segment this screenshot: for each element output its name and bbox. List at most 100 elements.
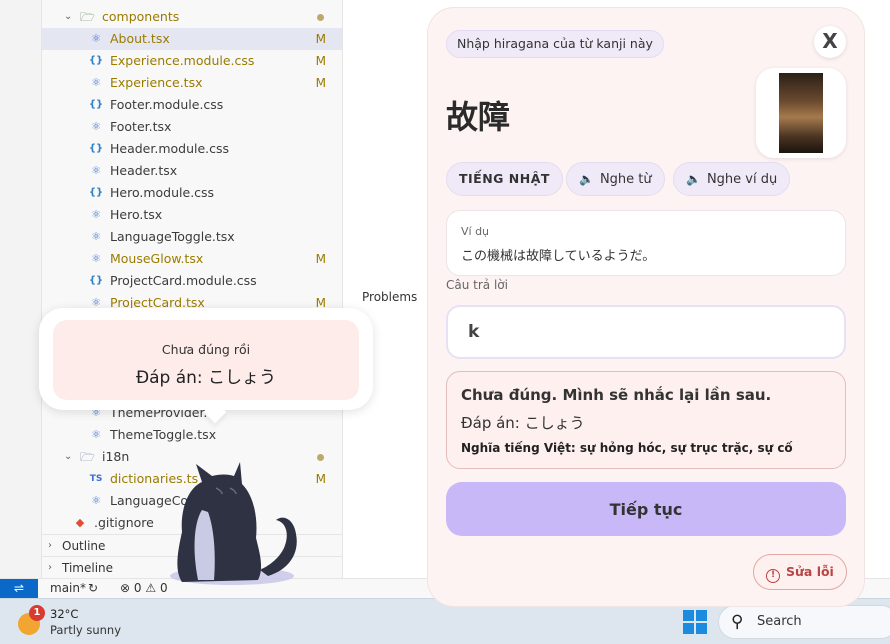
folder-icon: 🗁 (80, 450, 95, 464)
chevron-right-icon: › (48, 562, 52, 573)
language-badge: TIẾNG NHẬT (446, 162, 563, 196)
chevron-down-icon: ⌄ (64, 11, 73, 22)
tree-file-experience[interactable]: ⚛ Experience.tsx M (42, 72, 342, 94)
remote-icon[interactable]: ⇌ (0, 579, 38, 599)
weather-temperature: 32°C (50, 607, 79, 621)
tree-item-label: ProjectCard.module.css (110, 273, 257, 288)
modified-badge: M (315, 76, 326, 90)
tree-item-label: LanguageToggle.tsx (110, 229, 235, 244)
tree-file-hero[interactable]: ⚛ Hero.tsx (42, 204, 342, 226)
continue-button[interactable]: Tiếp tục (446, 482, 846, 536)
tree-item-label: MouseGlow.tsx (110, 251, 204, 266)
example-sentence: この機械は故障しているようだ。 (461, 249, 656, 264)
illustration-thumbnail[interactable] (756, 68, 846, 158)
toast-answer: Đáp án: こしょう (135, 368, 277, 388)
tree-file-header-css[interactable]: {} Header.module.css (42, 138, 342, 160)
tree-item-label: Hero.tsx (110, 207, 163, 222)
tree-file-experience-css[interactable]: {} Experience.module.css M (42, 50, 342, 72)
tree-file-languagetoggle[interactable]: ⚛ LanguageToggle.tsx (42, 226, 342, 248)
report-label: Sửa lỗi (786, 564, 834, 579)
weather-widget[interactable]: 1 32°C Partly sunny (16, 605, 126, 641)
toast-inner: Chưa đúng rồi Đáp án: こしょう (53, 320, 359, 400)
quiz-panel: Nhập hiragana của từ kanji này X 故障 TIẾN… (428, 8, 864, 606)
search-label: Search (757, 614, 802, 629)
feedback-meaning: Nghĩa tiếng Việt: sự hỏng hóc, sự trục t… (461, 441, 793, 455)
modified-badge: M (315, 54, 326, 68)
tree-file-projectcard-css[interactable]: {} ProjectCard.module.css (42, 270, 342, 292)
kanji-word: 故障 (446, 98, 511, 136)
answer-input[interactable] (446, 305, 846, 359)
css-icon: {} (88, 187, 104, 198)
modified-dot (317, 14, 324, 21)
tree-item-label: i18n (102, 449, 130, 464)
tree-file-themetoggle[interactable]: ⚛ ThemeToggle.tsx (42, 424, 342, 446)
react-icon: ⚛ (91, 428, 101, 441)
tree-folder-components[interactable]: ⌄ 🗁 components (42, 6, 342, 28)
illustration-image (779, 73, 823, 153)
react-icon: ⚛ (91, 494, 101, 507)
typescript-icon: TS (89, 474, 103, 484)
react-icon: ⚛ (91, 76, 101, 89)
css-icon: {} (88, 99, 104, 110)
section-label: Outline (62, 539, 106, 553)
tree-item-label: About.tsx (110, 31, 170, 46)
tree-item-label: .gitignore (94, 515, 154, 530)
css-icon: {} (88, 275, 104, 286)
git-icon: ◆ (75, 516, 85, 529)
weather-condition: Partly sunny (50, 623, 122, 637)
sync-icon[interactable]: ↻ (88, 579, 98, 598)
answer-label: Câu trả lời (446, 278, 508, 292)
tree-item-label: Header.module.css (110, 141, 230, 156)
chevron-down-icon: ⌄ (64, 451, 73, 462)
tree-item-label: ThemeToggle.tsx (110, 427, 217, 442)
tree-item-label: components (102, 9, 180, 24)
tree-item-label: Experience.module.css (110, 53, 255, 68)
modified-badge: M (315, 252, 326, 266)
prompt-label: Nhập hiragana của từ kanji này (446, 30, 664, 58)
react-icon: ⚛ (91, 230, 101, 243)
feedback-toast: Chưa đúng rồi Đáp án: こしょう (39, 308, 373, 424)
warning-icon: ⚠ (145, 581, 157, 595)
tree-file-mouseglow[interactable]: ⚛ MouseGlow.tsx M (42, 248, 342, 270)
tree-item-label: Header.tsx (110, 163, 178, 178)
react-icon: ⚛ (91, 32, 101, 45)
tree-item-label: Footer.module.css (110, 97, 224, 112)
windows-start-icon[interactable] (683, 610, 707, 634)
listen-example-button[interactable]: 🔈 Nghe ví dụ (673, 162, 791, 196)
tree-file-hero-css[interactable]: {} Hero.module.css (42, 182, 342, 204)
css-icon: {} (88, 55, 104, 66)
notification-badge: 1 (29, 605, 45, 621)
react-icon: ⚛ (91, 164, 101, 177)
listen-word-button[interactable]: 🔈 Nghe từ (566, 162, 665, 196)
listen-example-label: Nghe ví dụ (706, 172, 778, 187)
toast-title: Chưa đúng rồi (161, 342, 251, 357)
taskbar-search[interactable]: ⚲ Search (718, 605, 890, 639)
react-icon: ⚛ (91, 120, 101, 133)
speaker-icon: 🔈 (579, 172, 594, 186)
tree-file-header[interactable]: ⚛ Header.tsx (42, 160, 342, 182)
branch-name[interactable]: main* (50, 579, 86, 598)
tree-file-footer[interactable]: ⚛ Footer.tsx (42, 116, 342, 138)
close-button[interactable]: X (814, 26, 846, 58)
example-card: Ví dụ この機械は故障しているようだ。 (446, 210, 846, 276)
tree-file-about[interactable]: ⚛ About.tsx M (42, 28, 342, 50)
css-icon: {} (88, 143, 104, 154)
error-icon: ⊗ (120, 581, 131, 595)
search-icon: ⚲ (731, 612, 744, 632)
activity-gutter (0, 0, 42, 578)
speaker-icon: 🔈 (686, 172, 701, 186)
tree-item-label: Experience.tsx (110, 75, 203, 90)
example-label: Ví dụ (461, 225, 490, 238)
chevron-right-icon: › (48, 540, 52, 551)
feedback-answer: Đáp án: こしょう (461, 414, 585, 432)
listen-word-label: Nghe từ (599, 172, 652, 187)
modified-badge: M (315, 472, 326, 486)
feedback-message: Chưa đúng. Mình sẽ nhắc lại lần sau. (461, 386, 772, 404)
error-count: 0 (133, 581, 142, 595)
alert-icon: ! (766, 569, 780, 583)
modified-badge: M (315, 32, 326, 46)
tree-file-footer-css[interactable]: {} Footer.module.css (42, 94, 342, 116)
report-error-button[interactable]: ! Sửa lỗi (753, 554, 847, 590)
tree-item-label: Hero.module.css (110, 185, 215, 200)
tab-problems[interactable]: Problems (362, 290, 417, 304)
